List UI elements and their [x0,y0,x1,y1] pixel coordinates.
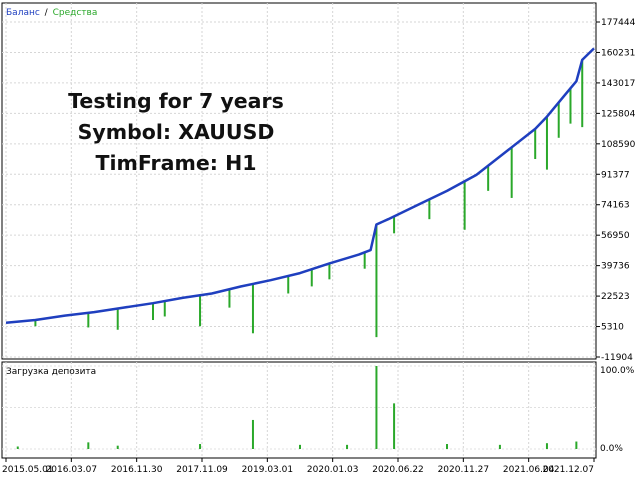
xtick-label-4: 2019.03.01 [242,465,294,475]
main-ytick-label-2: 143017 [601,79,635,89]
main-ytick-label-8: 39736 [601,262,630,272]
main-ytick-label-11: -11904 [601,353,633,363]
xtick-label-7: 2020.11.27 [438,465,490,475]
xtick-label-1: 2016.03.07 [46,465,98,475]
deposit-load-panel: Загрузка депозита 100.0% 0.0% [1,361,635,459]
balance-equity-panel: 177444 160231 143017 125804 108590 91377 74163… [1,2,636,363]
legend-equity-label: Средства [53,8,98,18]
xtick-label-2: 2016.11.30 [111,465,163,475]
xtick-label-6: 2020.06.22 [372,465,424,475]
main-ytick-label-3: 125804 [601,109,636,119]
main-ytick-label-4: 108590 [601,140,636,150]
main-ytick-label-9: 22523 [601,292,630,302]
legend-separator: / [45,8,49,18]
legend: Баланс / Средства [6,8,97,18]
main-ytick-label-6: 74163 [601,201,630,211]
chart-frame: 177444 160231 143017 125804 108590 91377 74163… [0,0,640,480]
sub-panel-title: Загрузка депозита [6,367,96,377]
main-ytick-label-1: 160231 [601,48,635,58]
xtick-label-3: 2017.11.09 [176,465,228,475]
overlay-line-2: Symbol: XAUUSD [78,120,275,144]
xtick-label-5: 2020.01.03 [307,465,359,475]
main-ytick-label-0: 177444 [601,18,636,28]
legend-balance-label: Баланс [6,8,40,18]
sub-ytick-top: 100.0% [600,366,635,376]
main-plot-area [1,2,597,360]
sub-ytick-bottom: 0.0% [600,444,623,454]
overlay-line-3: TimFrame: H1 [95,151,256,175]
xtick-label-9: 2021.12.07 [542,465,594,475]
main-ytick-label-7: 56950 [601,231,630,241]
overlay-line-1: Testing for 7 years [68,89,284,113]
main-ytick-label-10: 5310 [601,323,624,333]
main-ytick-label-5: 91377 [601,170,630,180]
